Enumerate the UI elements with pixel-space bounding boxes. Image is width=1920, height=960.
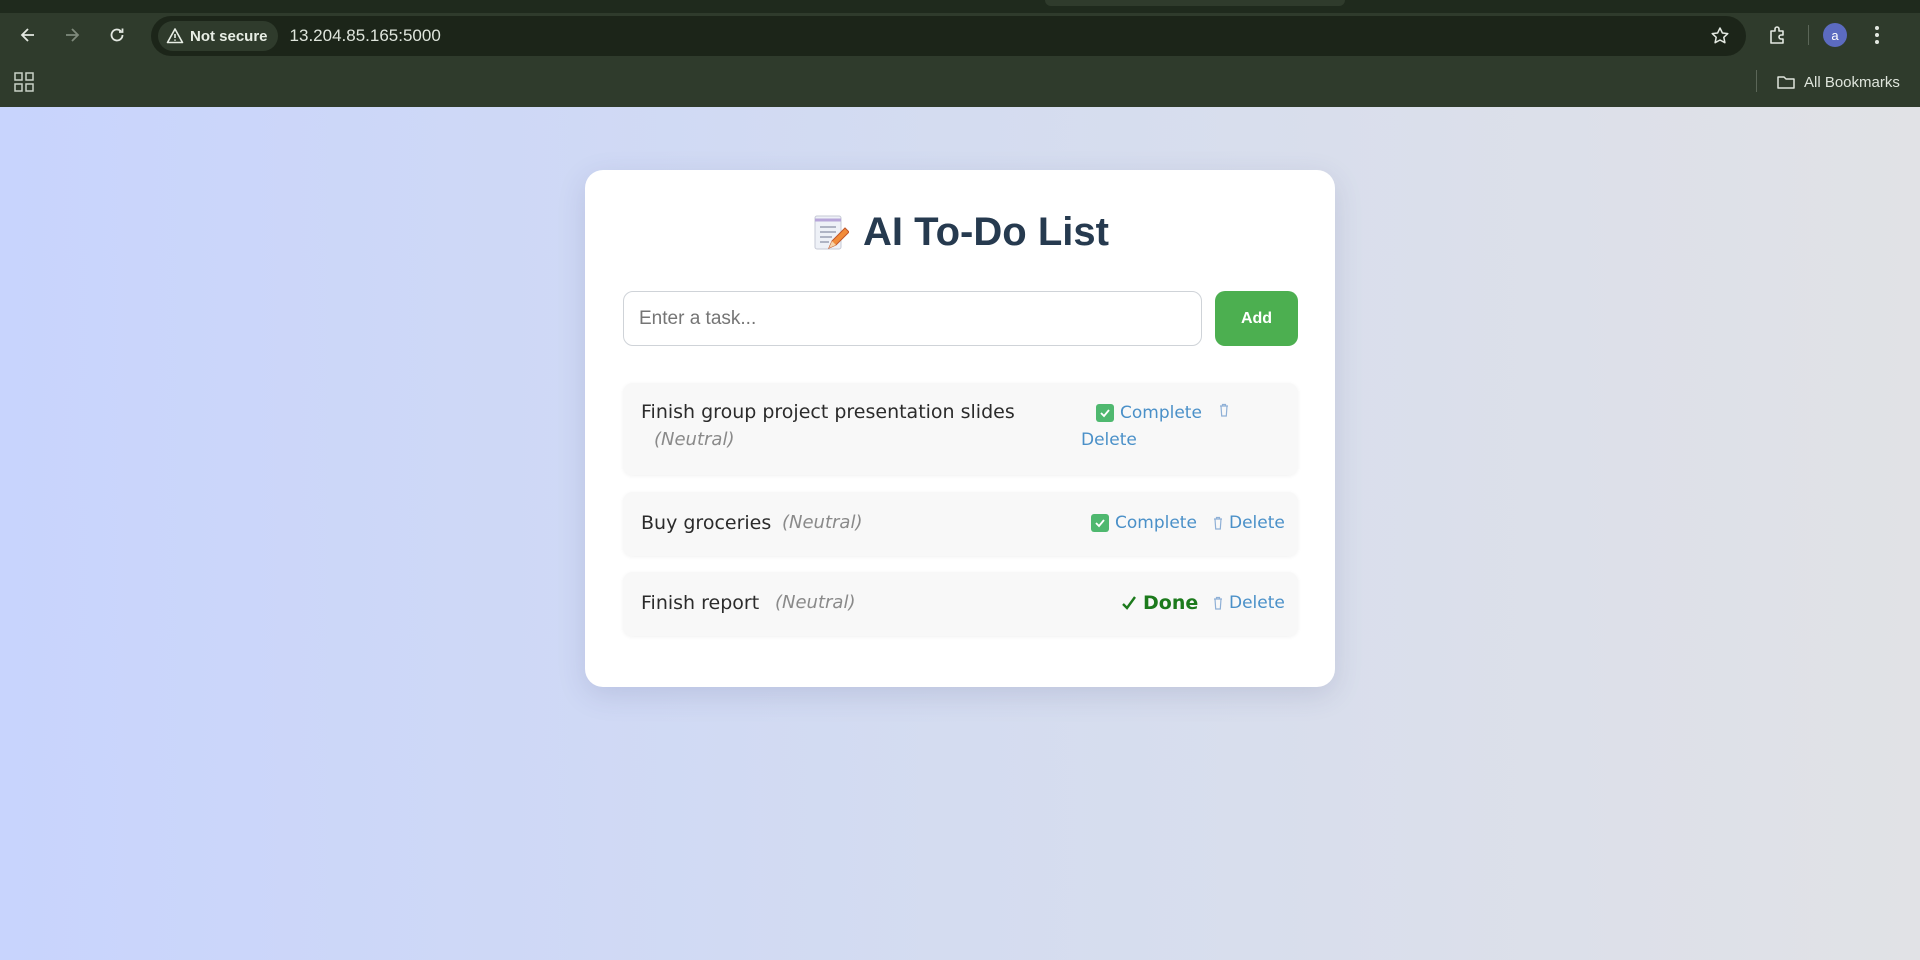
warning-icon: [166, 28, 184, 44]
done-label: Done: [1143, 592, 1199, 614]
delete-label: Delete: [1229, 513, 1285, 533]
security-chip[interactable]: Not secure: [158, 21, 278, 51]
task-name: Finish report: [641, 592, 760, 614]
all-bookmarks-label: All Bookmarks: [1804, 73, 1900, 91]
forward-button[interactable]: [56, 19, 88, 51]
delete-button[interactable]: Delete: [1213, 593, 1285, 613]
task-name: Finish group project presentation slides: [641, 401, 1015, 423]
bookmark-star-icon[interactable]: [1710, 26, 1730, 46]
folder-icon: [1777, 76, 1795, 89]
back-arrow-icon: [20, 28, 34, 42]
reload-button[interactable]: [101, 19, 133, 51]
task-item: Finish group project presentation slides…: [623, 383, 1298, 475]
task-name: Buy groceries: [641, 512, 772, 534]
browser-menu-button[interactable]: [1861, 19, 1893, 51]
task-input[interactable]: [623, 291, 1202, 346]
active-tab[interactable]: [1045, 0, 1345, 6]
task-sentiment: (Neutral): [654, 429, 735, 450]
bookmarks-bar: All Bookmarks: [0, 57, 1920, 107]
done-status: Done: [1121, 592, 1198, 614]
profile-avatar[interactable]: a: [1823, 23, 1847, 47]
tab-strip: [0, 0, 1920, 13]
trash-icon-wrapper[interactable]: [1219, 403, 1229, 417]
browser-toolbar: Not secure 13.204.85.165:5000 a: [0, 13, 1920, 57]
task-item: Finish report (Neutral) Done Delete: [623, 572, 1298, 636]
complete-button[interactable]: Complete: [1096, 403, 1202, 423]
todo-card: AI To-Do List Add Finish group project p…: [585, 170, 1335, 687]
reload-icon: [110, 28, 124, 42]
trash-icon: [1220, 403, 1228, 417]
complete-label: Complete: [1115, 513, 1197, 533]
delete-label: Delete: [1229, 593, 1285, 613]
forward-arrow-icon: [66, 28, 80, 42]
title-text: AI To-Do List: [863, 210, 1109, 254]
complete-button[interactable]: Complete: [1091, 513, 1197, 533]
page-title: AI To-Do List: [585, 210, 1335, 255]
delete-label: Delete: [1081, 430, 1137, 450]
security-label: Not secure: [190, 27, 268, 45]
toolbar-right: a: [1762, 19, 1893, 51]
bookmarks-separator: [1756, 70, 1757, 92]
task-sentiment: (Neutral): [775, 592, 856, 613]
delete-button[interactable]: Delete: [1081, 430, 1137, 450]
address-bar[interactable]: Not secure 13.204.85.165:5000: [151, 16, 1746, 56]
extensions-button[interactable]: [1762, 19, 1794, 51]
toolbar-separator: [1808, 25, 1809, 45]
delete-button[interactable]: Delete: [1213, 513, 1285, 533]
memo-icon: [814, 215, 850, 249]
add-button[interactable]: Add: [1215, 291, 1298, 346]
trash-icon: [1214, 596, 1222, 610]
back-button[interactable]: [12, 19, 44, 51]
all-bookmarks-button[interactable]: All Bookmarks: [1776, 69, 1900, 95]
checkbox-icon: [1096, 404, 1114, 422]
trash-icon: [1214, 516, 1222, 530]
complete-label: Complete: [1120, 403, 1202, 423]
apps-grid-icon[interactable]: [11, 69, 37, 95]
more-vert-icon: [1875, 26, 1879, 44]
url-text[interactable]: 13.204.85.165:5000: [290, 26, 441, 46]
task-item: Buy groceries (Neutral) Complete Delete: [623, 492, 1298, 556]
page-background: AI To-Do List Add Finish group project p…: [0, 107, 1920, 960]
checkbox-icon: [1091, 514, 1109, 532]
task-sentiment: (Neutral): [782, 512, 863, 533]
puzzle-icon: [1770, 26, 1784, 44]
checkmark-icon: [1122, 596, 1136, 610]
